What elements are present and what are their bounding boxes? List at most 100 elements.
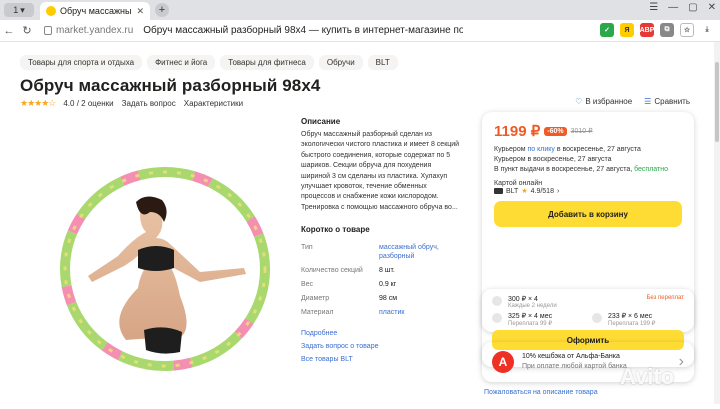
characteristics-link[interactable]: Характеристики xyxy=(184,99,243,108)
yandex-market-favicon xyxy=(46,6,56,16)
installment-price: 300 ₽ × 4 xyxy=(508,296,538,303)
installment-option-text[interactable]: 325 ₽ × 4 мес Переплата 99 ₽ xyxy=(508,312,586,327)
pickup-text: В пункт выдачи в воскресенье, 27 августа… xyxy=(494,166,635,173)
cashback-subtitle: При оплате любой картой банка xyxy=(522,363,627,370)
window-controls: ☰ — ▢ ✕ xyxy=(649,2,716,13)
rating-value[interactable]: 4.0 / 2 оценки xyxy=(63,99,113,108)
bookmark-icon[interactable]: ☆ xyxy=(680,23,694,37)
page-content: Товары для спорта и отдыха Фитнес и йога… xyxy=(0,42,720,404)
breadcrumb-item[interactable]: Обручи xyxy=(318,55,363,70)
description-heading: Описание xyxy=(301,117,341,126)
scrollbar-thumb[interactable] xyxy=(715,62,719,142)
favorite-button[interactable]: ♡ В избранное xyxy=(575,97,632,106)
spec-row: Материал пластик xyxy=(301,308,471,317)
yandex-icon[interactable]: Я xyxy=(620,23,634,37)
spec-row: Диаметр 98 см xyxy=(301,294,471,303)
url-domain-text: market.yandex.ru xyxy=(56,25,134,36)
browser-tab[interactable]: Обруч массажный разборный ✕ xyxy=(40,2,150,20)
favorite-label: В избранное xyxy=(585,97,633,106)
page-title: Обруч массажный разборный 98x4 xyxy=(20,76,321,95)
price: 1199 ₽ xyxy=(494,123,541,140)
top xyxy=(138,246,174,271)
description-text: Обруч массажный разборный сделан из экол… xyxy=(301,131,460,211)
spec-value[interactable]: массажный обруч, разборный xyxy=(379,243,471,261)
chevron-down-icon: ▾ xyxy=(20,4,25,15)
new-tab-button[interactable]: + xyxy=(155,3,169,17)
complain-link[interactable]: Пожаловаться на описание товара xyxy=(484,389,598,396)
spec-key: Диаметр xyxy=(301,295,330,302)
chevron-right-icon: › xyxy=(556,187,560,195)
installment-options-pair: 325 ₽ × 4 мес Переплата 99 ₽ 233 ₽ × 6 ме… xyxy=(492,312,684,327)
delivery-courier-click: Курьером по клику в воскресенье, 27 авгу… xyxy=(494,145,682,155)
installment-option[interactable]: 300 ₽ × 4 Каждые 2 недели Без переплат xyxy=(492,295,684,309)
discount-badge: -60% xyxy=(544,126,567,136)
shield-icon[interactable]: ✓ xyxy=(600,23,614,37)
menu-icon[interactable]: ☰ xyxy=(649,2,658,13)
spec-value: 98 см xyxy=(379,295,398,302)
url-domain[interactable]: market.yandex.ru xyxy=(44,25,133,36)
radio-icon[interactable] xyxy=(592,313,602,323)
close-window-icon[interactable]: ✕ xyxy=(708,2,716,13)
adblock-icon[interactable]: ABP xyxy=(640,23,654,37)
star-rating-icon[interactable]: ★★★★☆ xyxy=(20,98,56,109)
card-icon xyxy=(494,188,503,194)
close-icon[interactable]: ✕ xyxy=(136,6,144,17)
cashback-title: 10% кешбэка от Альфа-Банка xyxy=(522,353,620,360)
seller-name: BLT xyxy=(506,187,519,195)
compare-label: Сравнить xyxy=(654,97,690,106)
reviews-count: / 2 оценки xyxy=(76,99,114,108)
spec-key: Тип xyxy=(301,244,313,251)
tab-counter[interactable]: 1 ▾ xyxy=(4,3,34,17)
spec-value[interactable]: пластик xyxy=(379,308,471,317)
puzzle-icon[interactable]: ⧉ xyxy=(660,23,674,37)
specs-heading: Коротко о товаре xyxy=(301,225,370,234)
breadcrumb-item[interactable]: Фитнес и йога xyxy=(147,55,216,70)
old-price: 3010 ₽ xyxy=(570,128,593,135)
spec-value: 8 шт. xyxy=(379,267,395,274)
cashback-text: 10% кешбэка от Альфа-Банка При оплате лю… xyxy=(522,352,627,372)
breadcrumb-item[interactable]: BLT xyxy=(367,55,398,70)
url-page-title[interactable]: Обруч массажный разборный 98x4 — купить … xyxy=(143,25,463,36)
lock-icon xyxy=(44,26,52,35)
back-icon[interactable]: ← xyxy=(0,25,18,37)
breadcrumb: Товары для спорта и отдыха Фитнес и йога… xyxy=(20,55,398,70)
installment-option-text[interactable]: 233 ₽ × 6 мес Переплата 199 ₽ xyxy=(608,312,655,327)
spec-row: Вес 0.9 кг xyxy=(301,280,471,289)
hula-hoop-photo xyxy=(60,167,270,371)
woman-figure xyxy=(88,203,246,340)
compare-button[interactable]: ☰ Сравнить xyxy=(644,97,690,106)
scrollbar[interactable] xyxy=(714,42,720,404)
radio-icon xyxy=(492,296,502,306)
download-icon[interactable]: ⤓ xyxy=(700,23,714,37)
spec-value: 0.9 кг xyxy=(379,281,397,288)
more-link[interactable]: Подробнее xyxy=(301,327,378,340)
add-to-cart-button[interactable]: Добавить в корзину xyxy=(494,201,682,227)
browser-tab-bar: 1▾ Обруч массажный разборный ✕ + ☰ — ▢ ✕ xyxy=(0,0,720,20)
breadcrumb-item[interactable]: Товары для спорта и отдыха xyxy=(20,55,143,70)
ask-question-link[interactable]: Задать вопрос xyxy=(122,99,176,108)
star-icon: ★ xyxy=(521,188,528,195)
specs-list: Тип массажный обруч, разборный Количество… xyxy=(301,243,471,322)
compare-icon: ☰ xyxy=(644,97,652,106)
seller-info[interactable]: BLT ★ 4.9/518 › xyxy=(494,187,682,195)
breadcrumb-item[interactable]: Товары для фитнеса xyxy=(220,55,314,70)
alfa-bank-logo: А xyxy=(492,351,514,373)
tab-count-value: 1 xyxy=(13,5,19,15)
radio-icon[interactable] xyxy=(492,313,502,323)
free-label: бесплатно xyxy=(634,166,669,173)
delivery-pickup: В пункт выдачи в воскресенье, 27 августа… xyxy=(494,165,682,175)
courier-prefix: Курьером xyxy=(494,146,528,153)
no-overpay-badge: Без переплат xyxy=(646,295,684,301)
minimize-icon[interactable]: — xyxy=(668,2,678,13)
delivery-courier: Курьером в воскресенье, 27 августа xyxy=(494,156,612,163)
installment-sub: Переплата 199 ₽ xyxy=(608,321,656,327)
ask-about-product-link[interactable]: Задать вопрос о товаре xyxy=(301,340,378,353)
by-click-link[interactable]: по клику xyxy=(527,146,554,153)
address-bar: ← ↻ market.yandex.ru Обруч массажный раз… xyxy=(0,20,720,42)
all-brand-goods-link[interactable]: Все товары BLT xyxy=(301,353,378,366)
installment-sub: Переплата 99 ₽ xyxy=(508,321,553,327)
maximize-icon[interactable]: ▢ xyxy=(688,2,697,13)
product-image[interactable] xyxy=(40,134,290,404)
rating-number: 4.0 xyxy=(63,99,75,108)
reload-icon[interactable]: ↻ xyxy=(18,24,36,37)
